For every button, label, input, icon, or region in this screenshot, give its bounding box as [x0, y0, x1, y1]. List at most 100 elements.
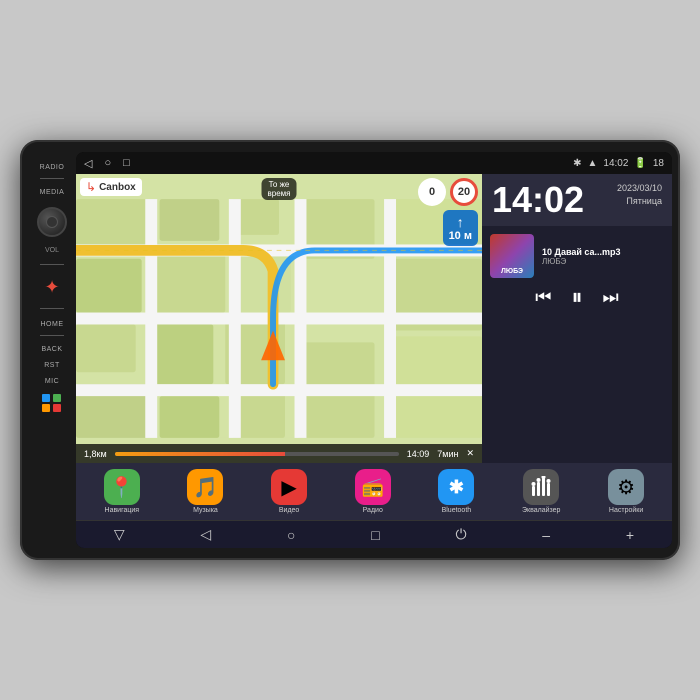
- apps-grid-icon[interactable]: [42, 394, 62, 412]
- map-background: ↳ Canbox 0 20 То же время: [76, 174, 482, 463]
- date-text: 2023/03/10: [617, 182, 662, 195]
- mic-label: MIC: [45, 378, 59, 385]
- divider-3: [40, 308, 64, 309]
- music-controls: ⏮ ⏸ ⏭: [490, 284, 664, 310]
- music-row: ЛЮБЭ 10 Давай са...mp3 ЛЮБЭ: [490, 234, 664, 278]
- video-label: Видео: [279, 507, 299, 514]
- map-section[interactable]: ↳ Canbox 0 20 То же время: [76, 174, 482, 463]
- eta-time: 14:09: [407, 449, 430, 459]
- back-nav-icon[interactable]: ◁: [84, 157, 92, 170]
- status-right: ✱ ▲ 14:02 🔋 18: [573, 158, 664, 169]
- music-artist: ЛЮБЭ: [542, 257, 664, 266]
- day-text: Пятница: [617, 195, 662, 208]
- speed-indicators: 0 20: [418, 178, 478, 206]
- equalizer-icon-bg: [523, 469, 559, 505]
- battery-level: 18: [653, 158, 664, 169]
- progress-bar: [115, 452, 399, 456]
- divider-4: [40, 335, 64, 336]
- app-dock: 📍 Навигация 🎵 Музыка ▶ Видео 📻: [76, 463, 672, 520]
- divider-2: [40, 264, 64, 265]
- bottom-power-btn[interactable]: ⏻: [447, 526, 474, 543]
- video-icon-bg: ▶: [271, 469, 307, 505]
- wifi-status-icon: ▲: [587, 158, 597, 169]
- volume-knob[interactable]: [37, 207, 67, 237]
- bottom-minus-btn[interactable]: –: [534, 527, 558, 543]
- speed-limit: 20: [450, 178, 478, 206]
- canbox-text: Canbox: [99, 182, 136, 193]
- battery-icon: 🔋: [634, 158, 646, 169]
- kite-icon: ✦: [44, 277, 59, 298]
- map-svg: [76, 174, 482, 463]
- navigation-icon: 📍: [109, 475, 134, 500]
- radio-label: RADIO: [40, 164, 65, 171]
- recents-nav-icon[interactable]: □: [123, 157, 130, 169]
- bottom-prev-btn[interactable]: ◁: [192, 526, 219, 543]
- equalizer-icon: [530, 476, 552, 498]
- radio-icon: 📻: [362, 477, 384, 498]
- side-controls-panel: RADIO MEDIA VOL ✦ HOME BACK RST MIC: [28, 152, 76, 548]
- music-icon: 🎵: [193, 475, 218, 500]
- distance-remaining: 1,8км: [84, 449, 107, 459]
- divider-1: [40, 178, 64, 179]
- canbox-logo-badge: ↳ Canbox: [80, 178, 142, 196]
- track-number: 10: [542, 247, 552, 257]
- vol-label: VOL: [45, 247, 59, 254]
- rst-label: RST: [44, 362, 60, 369]
- album-overlay-text: ЛЮБЭ: [492, 268, 532, 276]
- turn-instruction: То же время: [262, 178, 297, 200]
- album-artist-label: ЛЮБЭ: [492, 268, 532, 276]
- next-track-button[interactable]: ⏭: [603, 287, 619, 308]
- info-panel: 14:02 2023/03/10 Пятница ЛЮБЭ: [482, 174, 672, 463]
- bluetooth-label: Bluetooth: [442, 507, 472, 514]
- album-art: ЛЮБЭ: [490, 234, 534, 278]
- bottom-home-btn[interactable]: ○: [279, 527, 303, 543]
- progress-fill: [115, 452, 285, 456]
- main-content-area: ↳ Canbox 0 20 То же время: [76, 174, 672, 463]
- bottom-plus-btn[interactable]: +: [618, 527, 642, 543]
- settings-label: Настройки: [609, 507, 643, 514]
- car-stereo-device: RADIO MEDIA VOL ✦ HOME BACK RST MIC: [20, 140, 680, 560]
- map-bottom-bar: 1,8км 14:09 7мин ✕: [76, 444, 482, 463]
- nav-distance: 10 м: [449, 230, 472, 242]
- app-settings[interactable]: ⚙ Настройки: [608, 469, 644, 514]
- app-bluetooth[interactable]: ✱ Bluetooth: [438, 469, 474, 514]
- bluetooth-status-icon: ✱: [573, 158, 581, 169]
- home-label: HOME: [41, 321, 64, 328]
- video-icon: ▶: [281, 475, 296, 500]
- turn-label: То же: [268, 180, 291, 189]
- app-video[interactable]: ▶ Видео: [271, 469, 307, 514]
- app-music[interactable]: 🎵 Музыка: [187, 469, 223, 514]
- close-nav-button[interactable]: ✕: [466, 448, 474, 459]
- turn-label2: время: [268, 189, 291, 198]
- play-pause-button[interactable]: ⏸: [571, 284, 582, 310]
- bluetooth-icon-bg: ✱: [438, 469, 474, 505]
- duration: 7мин: [437, 449, 458, 459]
- nav-arrow: ↑: [449, 214, 472, 230]
- app-navigation[interactable]: 📍 Навигация: [104, 469, 140, 514]
- app-radio[interactable]: 📻 Радио: [355, 469, 391, 514]
- distance-box: ↑ 10 м: [443, 210, 478, 246]
- equalizer-label: Эквалайзер: [522, 507, 560, 514]
- current-speed: 0: [418, 178, 446, 206]
- bottom-nav-bar: ▽ ◁ ○ □ ⏻ – +: [76, 520, 672, 548]
- prev-track-button[interactable]: ⏮: [535, 287, 551, 308]
- bottom-recents-btn[interactable]: □: [363, 527, 387, 543]
- music-icon-bg: 🎵: [187, 469, 223, 505]
- status-bar: ◁ ○ □ ✱ ▲ 14:02 🔋 18: [76, 152, 672, 174]
- navigation-icon-bg: 📍: [104, 469, 140, 505]
- settings-icon-bg: ⚙: [608, 469, 644, 505]
- clock-section: 14:02 2023/03/10 Пятница: [482, 174, 672, 226]
- back-label: BACK: [41, 346, 62, 353]
- navigation-label: Навигация: [105, 507, 140, 514]
- radio-label: Радио: [363, 507, 383, 514]
- bottom-back-btn[interactable]: ▽: [106, 526, 133, 543]
- settings-icon: ⚙: [617, 475, 635, 500]
- music-section: ЛЮБЭ 10 Давай са...mp3 ЛЮБЭ ⏮: [482, 226, 672, 463]
- home-nav-icon[interactable]: ○: [104, 157, 111, 169]
- knob-center: [46, 216, 58, 228]
- radio-icon-bg: 📻: [355, 469, 391, 505]
- music-title: 10 Давай са...mp3: [542, 247, 664, 257]
- clock-date-section: 2023/03/10 Пятница: [617, 182, 662, 207]
- app-equalizer[interactable]: Эквалайзер: [522, 469, 560, 514]
- track-title: Давай са...mp3: [555, 247, 621, 257]
